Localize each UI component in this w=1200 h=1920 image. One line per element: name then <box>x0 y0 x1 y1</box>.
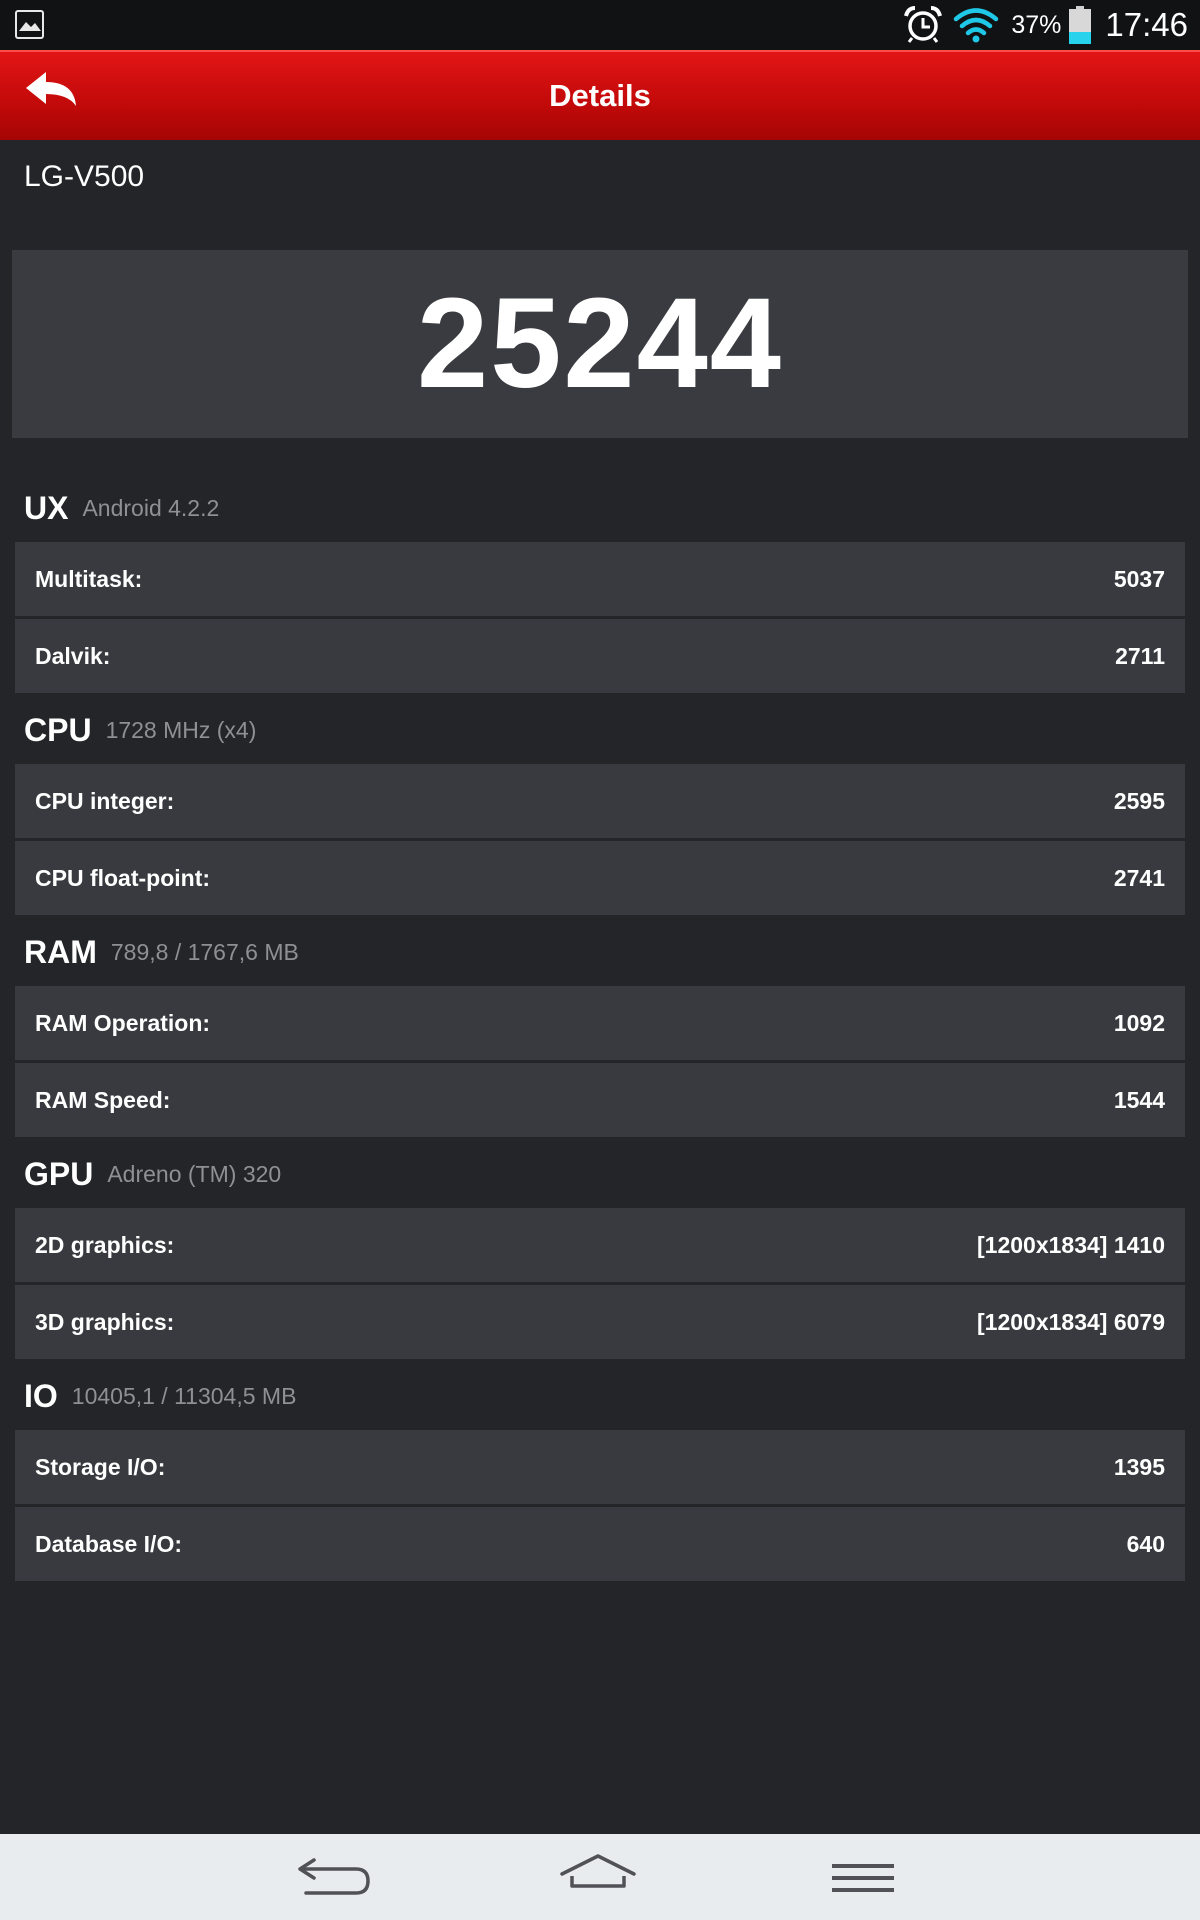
section-title: CPU <box>24 711 92 748</box>
section-title: UX <box>24 489 69 526</box>
result-row-3d-graphics: 3D graphics: [1200x1834] 6079 <box>15 1285 1185 1359</box>
section-header: UX Android 4.2.2 <box>24 478 219 538</box>
row-value: 1544 <box>1113 1087 1165 1113</box>
alarm-icon <box>904 6 943 43</box>
section-subtitle: Adreno (TM) 320 <box>107 1160 282 1187</box>
result-row-multitask: Multitask: 5037 <box>15 542 1185 616</box>
row-value: 5037 <box>1113 566 1165 592</box>
row-value: 1092 <box>1113 1010 1165 1036</box>
section-subtitle: Android 4.2.2 <box>82 494 220 521</box>
device-name: LG-V500 <box>24 160 145 193</box>
section-title: RAM <box>24 933 97 970</box>
result-row-cpu-float: CPU float-point: 2741 <box>15 841 1185 915</box>
result-row-storage-io: Storage I/O: 1395 <box>15 1430 1185 1504</box>
nav-back-icon[interactable] <box>296 1856 372 1898</box>
row-value: 2595 <box>1113 788 1165 814</box>
result-row-database-io: Database I/O: 640 <box>15 1507 1185 1581</box>
section-header: IO 10405,1 / 11304,5 MB <box>24 1366 296 1426</box>
section-title: IO <box>24 1377 58 1414</box>
status-indicators: 37% 17:46 <box>903 0 1188 50</box>
row-label: Database I/O: <box>35 1531 182 1557</box>
row-label: Multitask: <box>35 566 143 592</box>
result-row-ram-operation: RAM Operation: 1092 <box>15 986 1185 1060</box>
row-value: 2741 <box>1113 865 1165 891</box>
row-label: 2D graphics: <box>35 1232 175 1258</box>
row-value: 1395 <box>1113 1454 1165 1480</box>
page-title: Details <box>549 78 651 113</box>
title-bar: Details <box>0 50 1200 140</box>
row-label: 3D graphics: <box>35 1309 175 1335</box>
row-label: Dalvik: <box>35 643 111 669</box>
row-label: Storage I/O: <box>35 1454 166 1480</box>
result-row-cpu-integer: CPU integer: 2595 <box>15 764 1185 838</box>
wifi-icon <box>954 8 999 43</box>
back-arrow-icon[interactable] <box>22 66 88 126</box>
navigation-bar <box>0 1834 1200 1920</box>
row-value: 640 <box>1126 1531 1165 1557</box>
section-subtitle: 1728 MHz (x4) <box>105 716 257 743</box>
row-label: RAM Operation: <box>35 1010 211 1036</box>
clock: 17:46 <box>1105 6 1188 43</box>
battery-percent: 37% <box>1011 10 1062 39</box>
row-label: RAM Speed: <box>35 1087 171 1113</box>
gallery-icon <box>15 10 44 39</box>
result-row-2d-graphics: 2D graphics: [1200x1834] 1410 <box>15 1208 1185 1282</box>
result-row-dalvik: Dalvik: 2711 <box>15 619 1185 693</box>
section-subtitle: 10405,1 / 11304,5 MB <box>71 1382 297 1409</box>
row-value: 2711 <box>1115 643 1165 669</box>
row-label: CPU integer: <box>35 788 175 814</box>
section-header: GPU Adreno (TM) 320 <box>24 1144 281 1204</box>
section-subtitle: 789,8 / 1767,6 MB <box>110 938 299 965</box>
section-header: CPU 1728 MHz (x4) <box>24 700 256 760</box>
row-label: CPU float-point: <box>35 865 211 891</box>
status-bar: 37% 17:46 <box>0 0 1200 50</box>
nav-home-icon[interactable] <box>558 1852 638 1900</box>
battery-icon <box>1069 6 1092 44</box>
section-title: GPU <box>24 1155 94 1192</box>
result-row-ram-speed: RAM Speed: 1544 <box>15 1063 1185 1137</box>
total-score: 25244 <box>417 272 783 415</box>
row-value: [1200x1834] 6079 <box>977 1309 1165 1335</box>
nav-menu-icon[interactable] <box>830 1858 896 1898</box>
row-value: [1200x1834] 1410 <box>977 1232 1165 1258</box>
total-score-panel: 25244 <box>12 250 1188 438</box>
section-header: RAM 789,8 / 1767,6 MB <box>24 922 299 982</box>
